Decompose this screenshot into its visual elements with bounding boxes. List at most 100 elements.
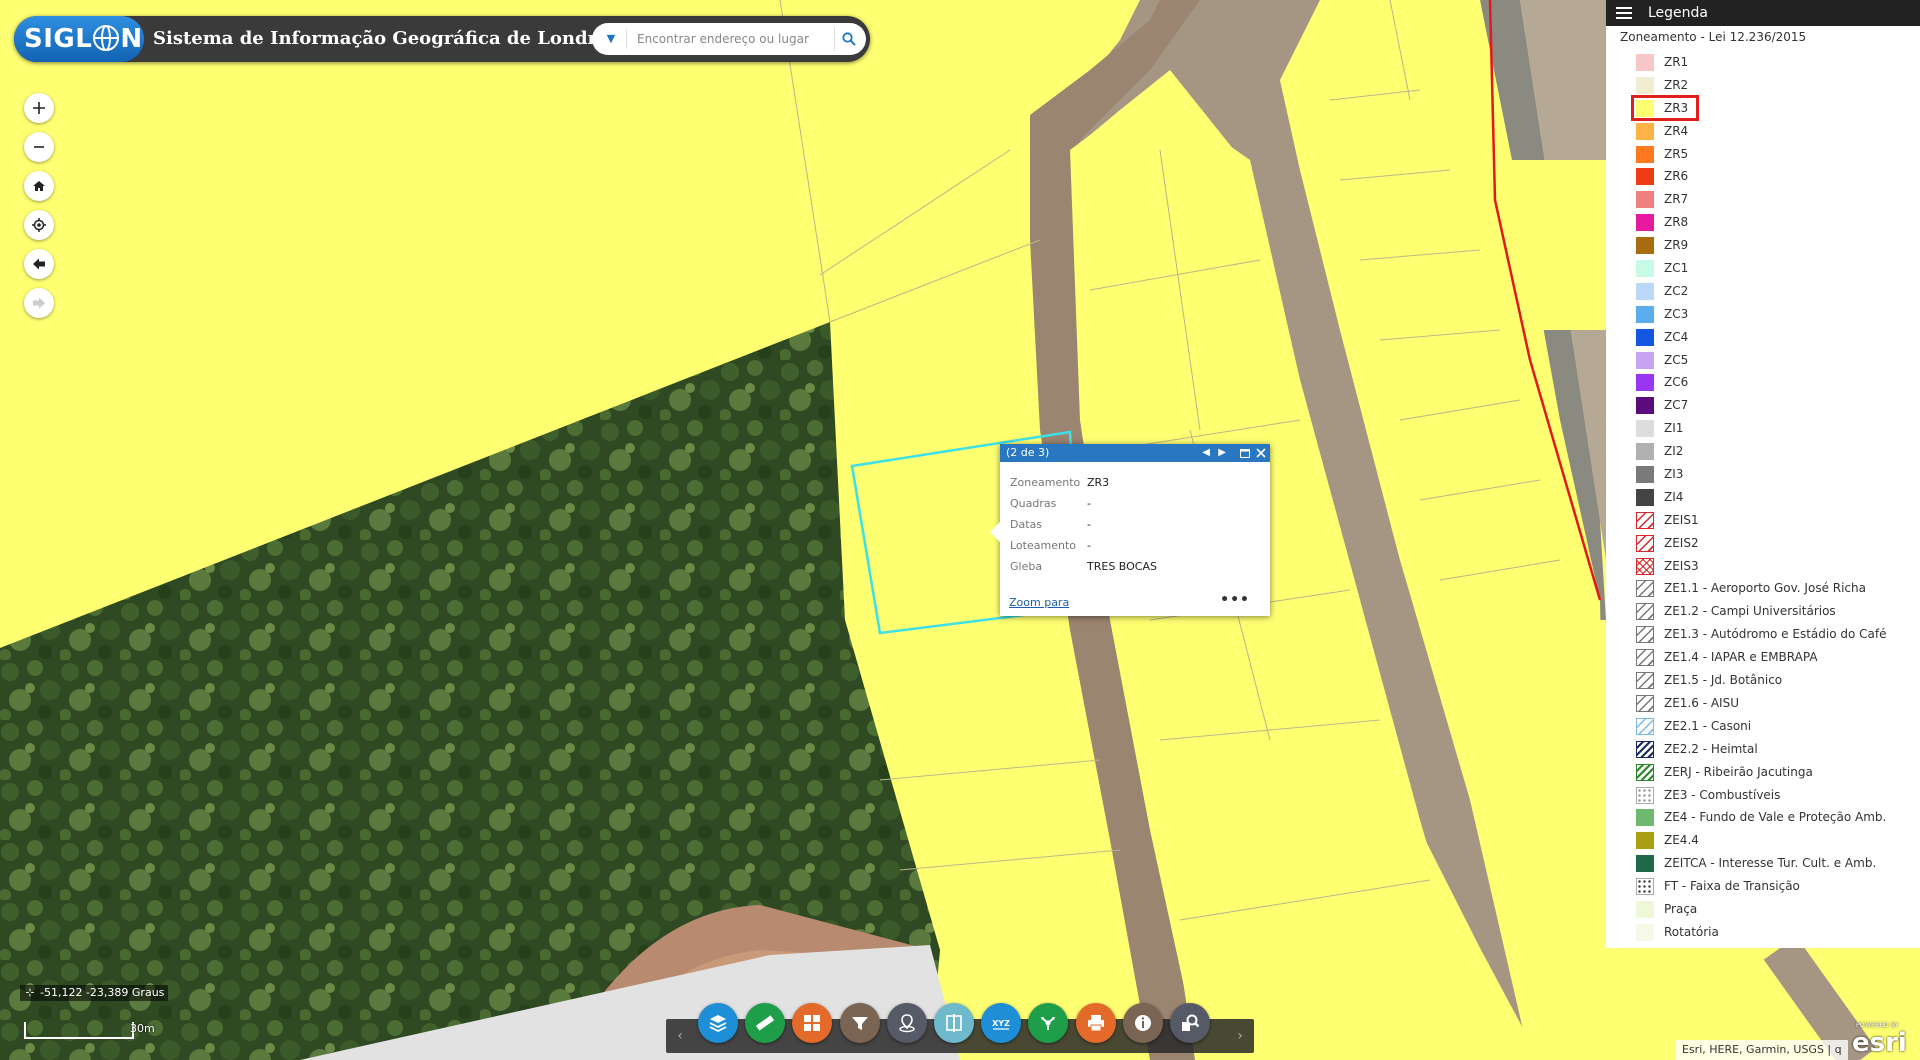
legend-panel: Legenda Zoneamento - Lei 12.236/2015 ZR1… <box>1606 0 1920 948</box>
location-pin-tool-button[interactable] <box>886 1003 927 1043</box>
coordinate-readout[interactable]: ⊹ -51,122 -23,389 Graus <box>20 985 169 1001</box>
legend-item-label: Rotatória <box>1664 924 1719 939</box>
zoom-in-button[interactable] <box>24 93 54 123</box>
query-tool-button[interactable] <box>1170 1003 1210 1043</box>
legend-swatch <box>1636 878 1654 896</box>
home-button[interactable] <box>24 171 54 201</box>
legend-swatch <box>1636 672 1654 690</box>
legend-item: ZR3 <box>1606 94 1920 121</box>
search-box: ▼ <box>592 23 866 55</box>
back-icon <box>33 258 45 270</box>
legend-item: ZE4 - Fundo de Vale e Proteção Amb. <box>1606 806 1920 829</box>
zoom-out-button[interactable] <box>24 132 54 162</box>
legend-item-label: ZI4 <box>1664 489 1684 504</box>
legend-item: ZC1 <box>1606 257 1920 280</box>
legend-title: Legenda <box>1648 5 1709 21</box>
logo-text-end: N <box>120 24 143 54</box>
info-icon <box>1134 1015 1151 1031</box>
zoom-to-link[interactable]: Zoom para <box>1009 596 1069 609</box>
legend-swatch <box>1636 557 1654 575</box>
legend-swatch <box>1636 740 1654 758</box>
more-options-icon[interactable]: ••• <box>1220 592 1250 608</box>
legend-header: Legenda <box>1606 0 1920 26</box>
search-button[interactable] <box>834 27 860 51</box>
popup-field-row: Datas - <box>1010 514 1260 535</box>
print-tool-button[interactable] <box>1075 1003 1116 1043</box>
coordinate-toggle-icon[interactable]: ⊹ <box>24 985 36 1001</box>
measure-tool-button[interactable] <box>745 1003 786 1043</box>
legend-swatch <box>1636 76 1654 94</box>
xyz-coordinates-icon: XYZ <box>992 1019 1010 1030</box>
popup-header: (2 de 3) ◀ ▶ <box>1000 444 1270 462</box>
legend-item: ZR4 <box>1606 120 1920 143</box>
layers-tool-button[interactable] <box>698 1003 738 1043</box>
legend-item-label: ZE1.3 - Autódromo e Estádio do Café <box>1664 627 1887 642</box>
legend-swatch <box>1636 466 1654 484</box>
legend-item: ZE4.4 <box>1606 829 1920 852</box>
legend-item: ZI3 <box>1606 463 1920 486</box>
legend-item-label: ZI3 <box>1664 467 1684 482</box>
scale-bar-label: 30m <box>130 1022 155 1035</box>
filter-tool-button[interactable] <box>839 1003 880 1043</box>
popup-field-label: Quadras <box>1010 497 1057 510</box>
popup-field-row: Quadras - <box>1010 493 1260 514</box>
popup-close-icon[interactable] <box>1256 444 1266 462</box>
xyz-coordinates-tool-button[interactable]: XYZ <box>981 1003 1022 1043</box>
toolbar-previous-icon[interactable]: ‹ <box>670 1019 690 1053</box>
legend-item-label: ZE1.6 - AISU <box>1664 695 1739 710</box>
previous-extent-button[interactable] <box>24 249 54 279</box>
legend-swatch <box>1636 488 1654 506</box>
legend-item-label: ZE4 - Fundo de Vale e Proteção Amb. <box>1664 810 1887 825</box>
legend-item-label: ZEIS2 <box>1664 535 1699 550</box>
legend-item: ZR1 <box>1606 51 1920 74</box>
popup-maximize-icon[interactable] <box>1240 444 1250 462</box>
legend-item-label: ZE1.4 - IAPAR e EMBRAPA <box>1664 650 1818 665</box>
legend-swatch <box>1636 534 1654 552</box>
legend-item-label: ZC5 <box>1664 352 1689 367</box>
legend-swatch <box>1636 809 1654 827</box>
popup-field-value: TRES BOCAS <box>1087 560 1157 573</box>
legend-item: ZE1.3 - Autódromo e Estádio do Café <box>1606 623 1920 646</box>
legend-item: ZR8 <box>1606 211 1920 234</box>
basemap-gallery-icon <box>804 1015 821 1031</box>
legend-swatch <box>1636 54 1654 71</box>
legend-item-label: ZR2 <box>1664 77 1689 92</box>
search-source-dropdown-icon[interactable]: ▼ <box>600 23 622 55</box>
swipe-tool-button[interactable] <box>934 1003 974 1043</box>
info-tool-button[interactable] <box>1122 1003 1163 1043</box>
search-input[interactable] <box>626 29 826 49</box>
legend-swatch <box>1636 420 1654 438</box>
legend-swatch <box>1636 832 1654 850</box>
popup-field-label: Datas <box>1010 518 1042 531</box>
popup-pointer <box>990 522 1000 542</box>
legend-swatch <box>1636 603 1654 621</box>
next-extent-button[interactable] <box>24 288 54 318</box>
popup-field-value: - <box>1087 518 1091 531</box>
logo-text: SIGL <box>24 24 93 54</box>
legend-swatch <box>1636 122 1654 140</box>
legend-swatch <box>1636 145 1654 163</box>
siglon-logo[interactable]: SIGL N <box>14 16 144 62</box>
locate-button[interactable] <box>24 210 54 240</box>
legend-item: ZC2 <box>1606 280 1920 303</box>
legend-item: Rotatória <box>1606 921 1920 944</box>
legend-item-label: ZC7 <box>1664 398 1689 413</box>
basemap-gallery-tool-button[interactable] <box>792 1003 833 1043</box>
scale-bar <box>24 1022 134 1039</box>
popup-previous-icon[interactable]: ◀ <box>1202 444 1210 462</box>
toolbar-next-icon[interactable]: › <box>1230 1019 1250 1053</box>
legend-item-label: ZI2 <box>1664 444 1684 459</box>
svg-text:XYZ: XYZ <box>992 1019 1010 1028</box>
legend-item-label: ZR5 <box>1664 146 1689 161</box>
legend-menu-icon[interactable] <box>1616 7 1632 19</box>
legend-item: ZE1.4 - IAPAR e EMBRAPA <box>1606 646 1920 669</box>
popup-next-icon[interactable]: ▶ <box>1218 444 1226 462</box>
filter-icon <box>851 1017 868 1030</box>
legend-item: ZI1 <box>1606 417 1920 440</box>
share-tool-button[interactable] <box>1028 1003 1069 1043</box>
legend-item: ZE1.5 - Jd. Botânico <box>1606 669 1920 692</box>
legend-item: ZE3 - Combustíveis <box>1606 784 1920 807</box>
legend-item: ZC4 <box>1606 326 1920 349</box>
legend-item-label: ZC2 <box>1664 283 1689 298</box>
legend-item: ZE2.1 - Casoni <box>1606 715 1920 738</box>
